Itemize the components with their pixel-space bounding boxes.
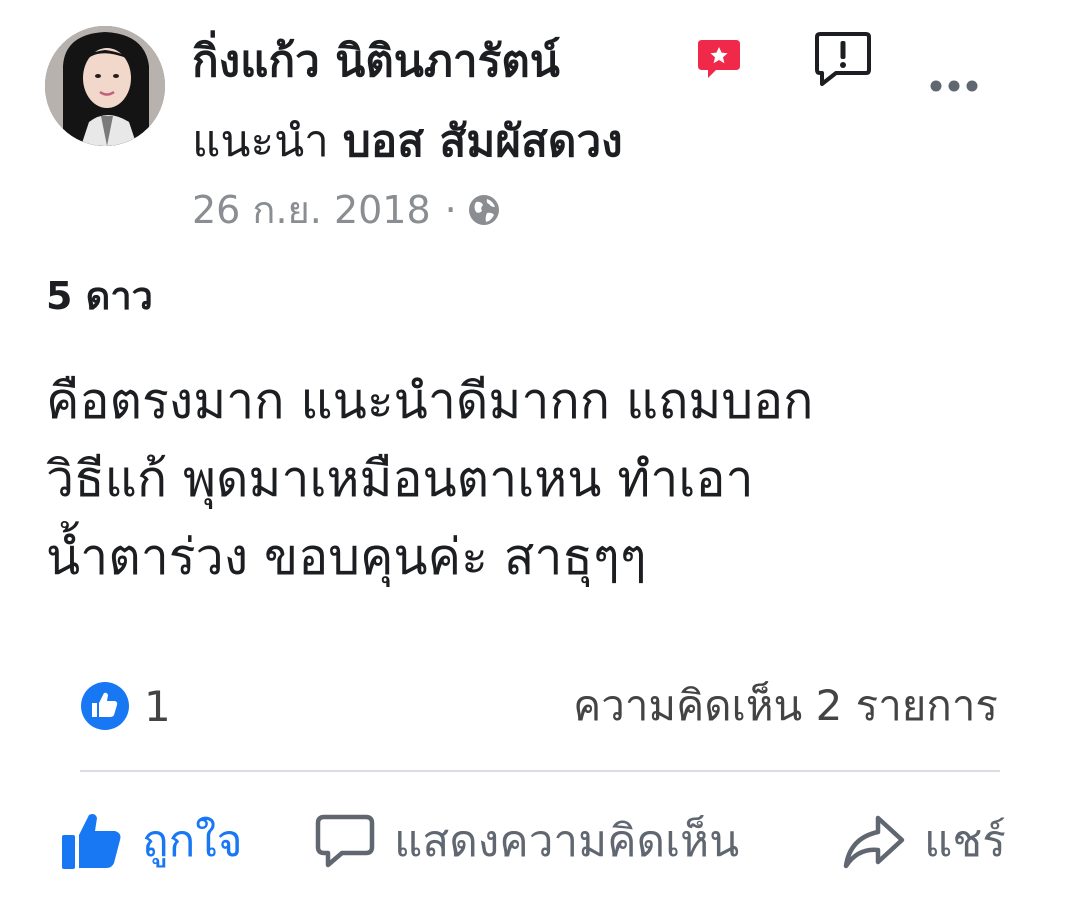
recommendation-line: แนะนำ บอส สัมผัสดวง	[192, 110, 623, 174]
share-arrow-icon	[843, 815, 905, 869]
share-button-label: แชร์	[924, 816, 1006, 867]
author-name[interactable]: กิ่งแก้ว นิตินภารัตน์	[192, 30, 560, 94]
globe-icon	[468, 195, 499, 225]
author-avatar[interactable]	[45, 26, 165, 146]
post-date[interactable]: 26 ก.ย. 2018	[192, 182, 431, 238]
thumbs-up-icon	[62, 814, 121, 869]
like-count[interactable]: 1	[80, 678, 171, 734]
comment-button-label: แสดงความคิดเห็น	[394, 816, 740, 867]
like-count-number: 1	[144, 681, 171, 731]
rating-text: 5 ดาว	[46, 274, 154, 318]
divider	[80, 770, 1000, 772]
post-body-text: คือตรงมาก แนะนำดีมากก แถมบอก วิธีแก้ พุด…	[46, 372, 814, 586]
recommend-badge-icon	[696, 38, 742, 84]
comment-bubble-icon	[315, 814, 375, 868]
share-button[interactable]: แชร์	[842, 806, 1006, 876]
comment-button[interactable]: แสดงความคิดเห็น	[314, 806, 739, 876]
more-options-button[interactable]	[926, 66, 982, 106]
like-button-label: ถูกใจ	[142, 816, 243, 867]
recommends-label: แนะนำ	[192, 116, 329, 167]
comment-count-link[interactable]: ความคิดเห็น 2 รายการ	[573, 676, 998, 736]
report-icon	[815, 32, 871, 86]
report-button[interactable]	[812, 28, 874, 90]
post-meta: 26 ก.ย. 2018 ·	[192, 182, 501, 238]
meta-separator: ·	[444, 188, 457, 232]
like-reaction-icon	[81, 682, 129, 730]
page-name-link[interactable]: บอส สัมผัสดวง	[343, 116, 623, 167]
avatar-image	[45, 26, 165, 146]
more-dots-icon	[930, 80, 978, 92]
like-button[interactable]: ถูกใจ	[60, 806, 243, 876]
